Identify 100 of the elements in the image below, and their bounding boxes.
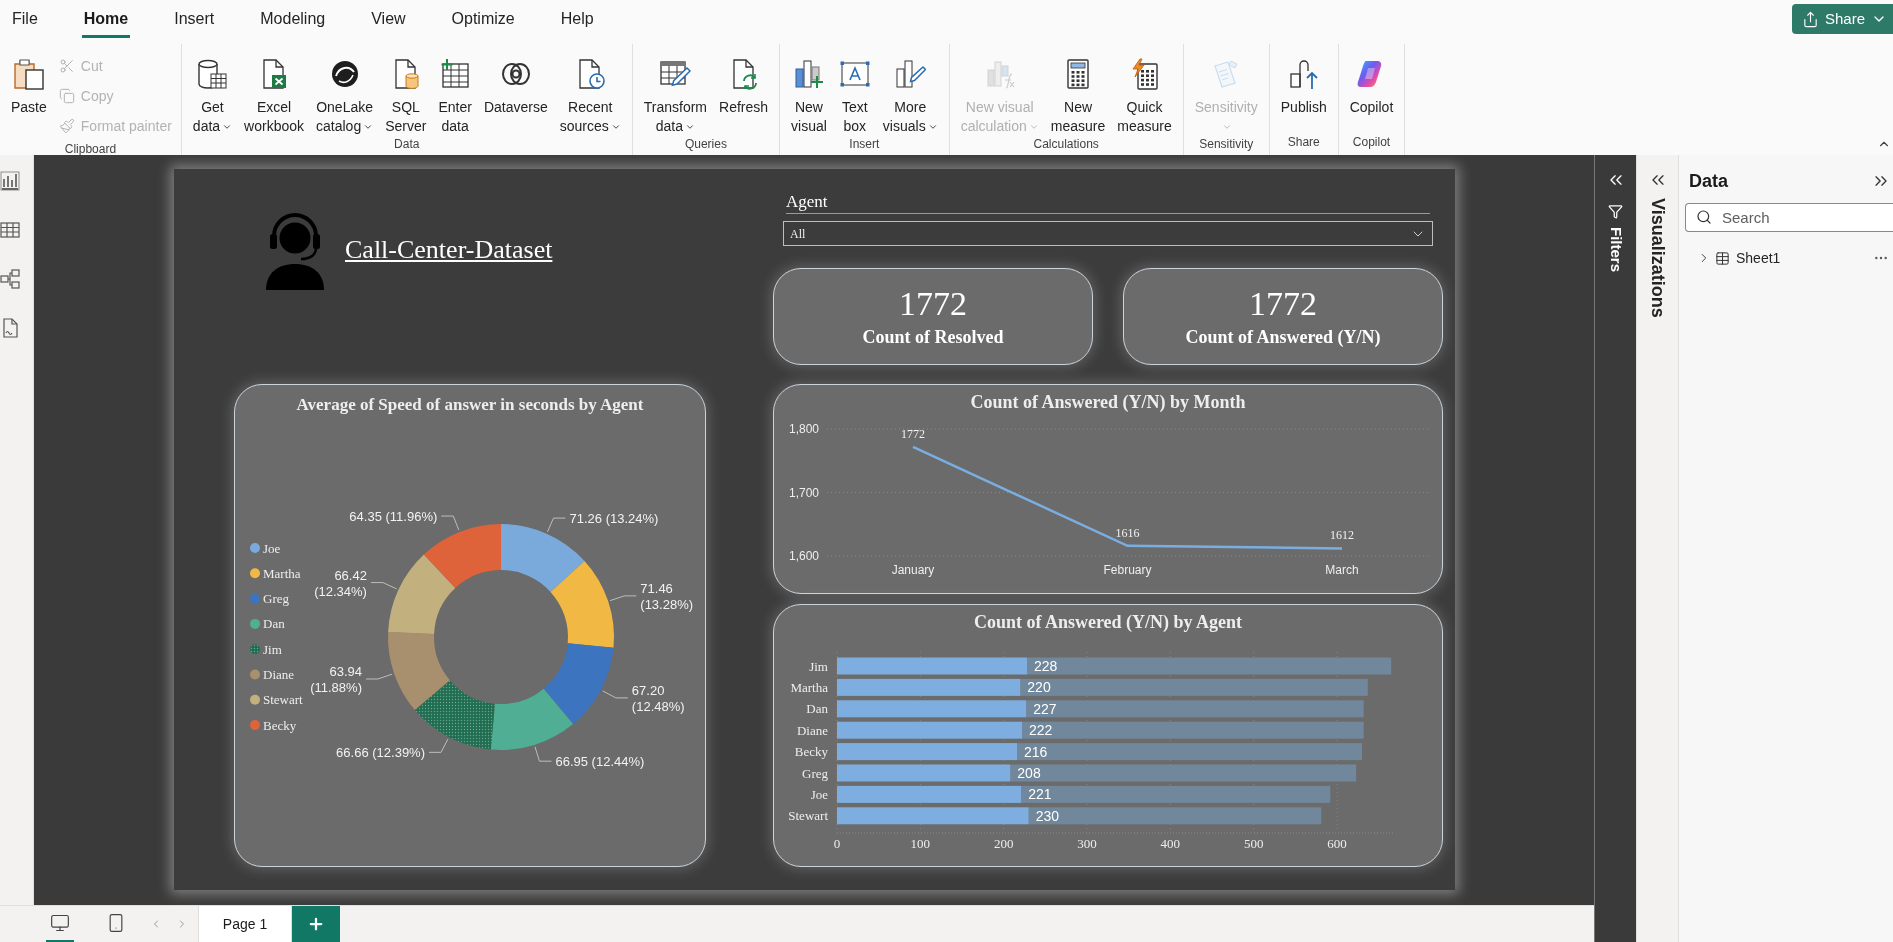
table-plus-icon xyxy=(439,58,472,90)
ribbon-button[interactable]: Refresh xyxy=(713,45,775,117)
data-label: 1612 xyxy=(1330,528,1354,543)
axis-label: 600 xyxy=(1327,836,1347,851)
group-label: Copilot xyxy=(1352,134,1391,151)
chart-title: Average of Speed of answer in seconds by Agent xyxy=(295,394,645,417)
ribbon-button[interactable]: Recent sources xyxy=(553,45,627,136)
formula-file-icon[interactable] xyxy=(0,318,20,338)
group-label: Clipboard xyxy=(64,141,117,158)
leader-line xyxy=(440,515,460,531)
axis-label: 1,700 xyxy=(788,485,819,500)
paintbrush-icon xyxy=(58,118,75,134)
menu-tab[interactable]: Modeling xyxy=(258,0,328,38)
add-page-button[interactable] xyxy=(292,906,340,942)
kpi-value: 1772 xyxy=(1249,285,1317,323)
leader-line xyxy=(609,595,637,602)
category-label: Diane xyxy=(796,722,828,738)
legend-label: Stewart xyxy=(263,692,303,708)
leader-line xyxy=(365,673,393,680)
legend-label: Dan xyxy=(263,616,285,632)
table-icon[interactable] xyxy=(0,220,20,240)
legend-label: Diane xyxy=(263,667,295,682)
axis-label: 200 xyxy=(993,836,1014,851)
chart-plus-icon xyxy=(792,58,825,90)
menu-tab[interactable]: View xyxy=(369,0,408,38)
axis-label: February xyxy=(1103,563,1152,577)
ribbon-button[interactable]: New visual xyxy=(785,45,833,136)
chart-title: Count of Answered (Y/N) by Month xyxy=(969,391,1247,414)
bar-chart-icon[interactable] xyxy=(0,171,20,191)
ribbon-button[interactable]: Quick measure xyxy=(1111,45,1178,136)
monitor-icon xyxy=(50,913,70,933)
data-label: 63.94 (11.88%) xyxy=(310,664,362,695)
data-label: 66.42 (12.34%) xyxy=(314,567,367,599)
data-label: 230 xyxy=(1035,807,1060,824)
ribbon-button[interactable]: Paste xyxy=(5,45,53,117)
kpi-value: 1772 xyxy=(899,285,967,323)
chart-pencil-icon xyxy=(894,58,927,90)
legend-label: Jim xyxy=(263,641,282,657)
data-label: 66.95 (12.44%) xyxy=(555,753,645,769)
menu-tab[interactable]: Insert xyxy=(172,0,217,38)
pane-title[interactable]: Visualizations xyxy=(1644,198,1671,318)
axis-label: March xyxy=(1325,563,1359,577)
chart-title: Count of Answered (Y/N) by Agent xyxy=(972,611,1244,634)
model-diagram-icon[interactable] xyxy=(0,269,20,289)
search-field[interactable]: Search xyxy=(1685,203,1893,232)
ribbon-button[interactable]: New measure xyxy=(1044,45,1112,136)
ribbon-button[interactable]: SQL Server xyxy=(379,45,433,136)
axis-label: 0 xyxy=(833,836,841,851)
axis-label: 400 xyxy=(1160,836,1181,851)
group-label: Queries xyxy=(684,136,727,153)
menu-tab[interactable]: Optimize xyxy=(449,0,517,38)
data-label: 208 xyxy=(1017,765,1041,781)
share-button[interactable]: Share xyxy=(1791,4,1893,34)
agent-dropdown[interactable]: All xyxy=(783,221,1433,246)
data-label: 228 xyxy=(1034,658,1058,674)
menu-tab[interactable]: File xyxy=(10,0,40,38)
category-label: Greg xyxy=(802,765,828,781)
category-label: Joe xyxy=(810,786,828,802)
ribbon-button[interactable]: Copilot xyxy=(1343,45,1400,117)
axis-label: 500 xyxy=(1243,836,1264,851)
tree-item[interactable]: Sheet1 xyxy=(1736,247,1781,269)
group-label: Share xyxy=(1287,134,1320,151)
search-icon xyxy=(1696,209,1712,225)
table-icon xyxy=(1715,250,1730,266)
axis-label: 300 xyxy=(1077,836,1097,851)
pane-title[interactable]: Filters xyxy=(1604,227,1627,272)
axis-label: 1,800 xyxy=(788,422,819,436)
leader-line xyxy=(370,582,398,590)
ribbon-button[interactable]: Get data xyxy=(186,45,239,136)
axis-label: 100 xyxy=(910,836,931,851)
leader-line xyxy=(428,738,449,753)
ribbon-button[interactable]: OneLake catalog xyxy=(310,45,380,136)
page-tab[interactable]: Page 1 xyxy=(198,906,292,942)
category-label: Martha xyxy=(790,679,828,695)
ribbon-button[interactable]: Publish xyxy=(1274,45,1333,117)
data-label: 222 xyxy=(1029,722,1053,739)
ribbon-button[interactable]: More visuals xyxy=(876,45,944,136)
ribbon-button[interactable]: Excel workbook xyxy=(238,45,311,136)
menu-tab[interactable]: Help xyxy=(558,0,596,38)
legend-label: Greg xyxy=(263,591,289,607)
data-label: 1616 xyxy=(1115,525,1140,540)
ribbon-button[interactable]: Transform data xyxy=(637,45,713,136)
kpi-label: Count of Answered (Y/N) xyxy=(1185,326,1381,348)
kpi-label: Count of Resolved xyxy=(862,326,1004,348)
scissors-icon xyxy=(58,58,75,74)
ribbon-button[interactable]: Text box xyxy=(832,45,877,136)
filter-icon xyxy=(1608,204,1623,219)
plus-icon xyxy=(307,915,325,933)
clipboard-icon xyxy=(12,58,45,90)
ribbon-button[interactable]: Enter data xyxy=(432,45,478,136)
data-label: 216 xyxy=(1024,743,1048,760)
data-label: 71.46 (13.28%) xyxy=(640,580,694,612)
share-icon xyxy=(1801,10,1819,28)
data-label: 227 xyxy=(1033,700,1057,717)
database-icon xyxy=(196,58,229,90)
data-label: 220 xyxy=(1027,679,1051,696)
ribbon-button[interactable]: Dataverse xyxy=(477,45,554,117)
category-label: Becky xyxy=(794,744,828,760)
category-label: Stewart xyxy=(788,808,828,824)
legend-label: Joe xyxy=(263,540,281,556)
